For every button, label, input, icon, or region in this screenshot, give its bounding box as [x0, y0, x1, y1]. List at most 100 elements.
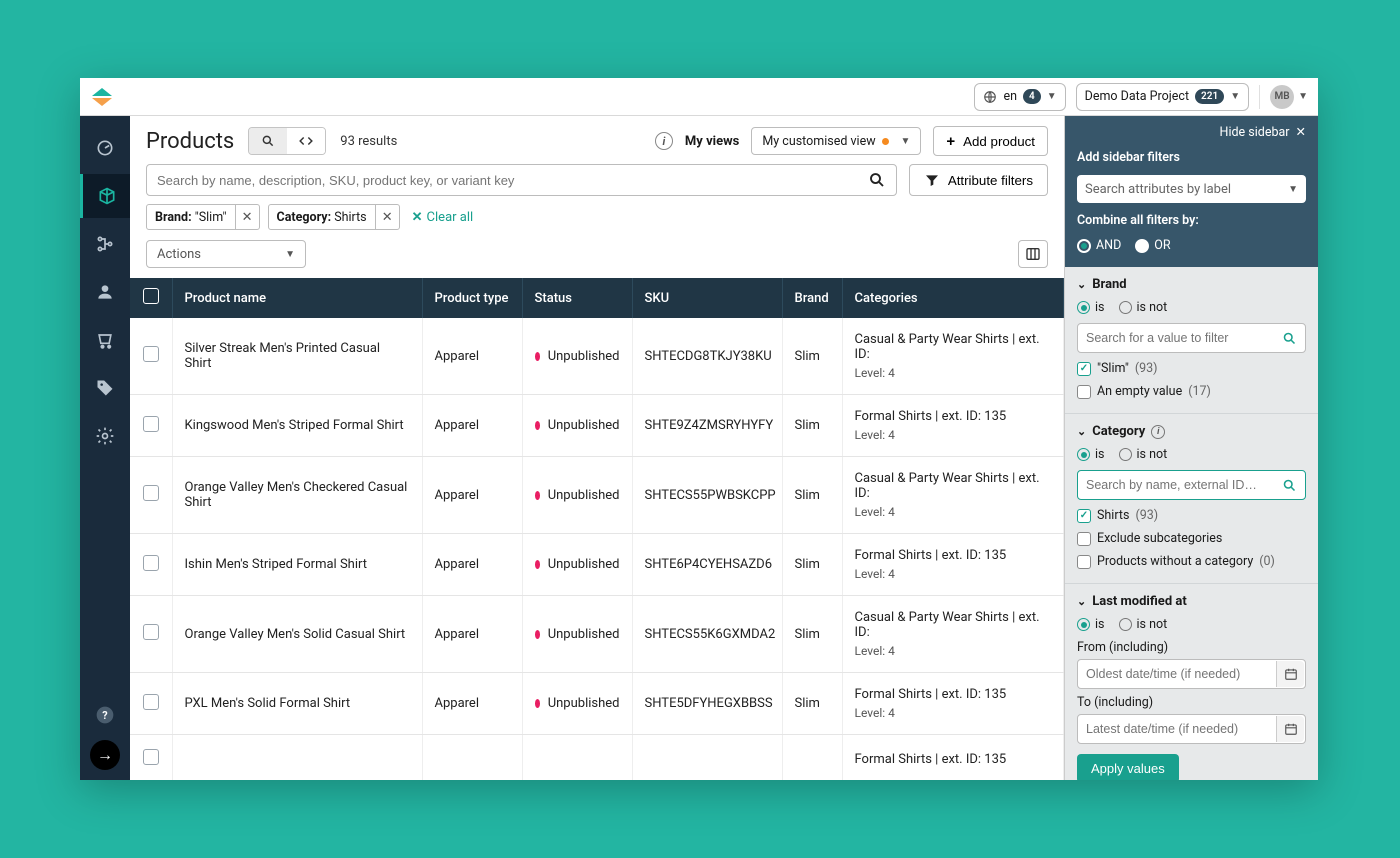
cell-type: Apparel: [422, 457, 522, 534]
col-categories[interactable]: Categories: [842, 278, 1064, 318]
to-date-wrapper: [1077, 714, 1306, 744]
hide-sidebar-label[interactable]: Hide sidebar: [1220, 125, 1290, 140]
topbar: en 4 ▼ Demo Data Project 221 ▼ MB ▼: [80, 78, 1318, 116]
category-is-radio[interactable]: is: [1077, 447, 1105, 462]
col-product-name[interactable]: Product name: [172, 278, 422, 318]
project-count-badge: 221: [1195, 89, 1224, 104]
col-status[interactable]: Status: [522, 278, 632, 318]
chip-remove-icon[interactable]: ✕: [375, 205, 399, 229]
category-search-input[interactable]: [1086, 478, 1282, 492]
chip-remove-icon[interactable]: ✕: [235, 205, 259, 229]
combine-and-radio[interactable]: AND: [1077, 238, 1121, 253]
page-title: Products: [146, 129, 234, 154]
radio-unchecked-icon: [1119, 618, 1132, 631]
radio-checked-icon: [1077, 448, 1090, 461]
nav-products[interactable]: [80, 174, 130, 218]
table-row[interactable]: Orange Valley Men's Solid Casual Shirt A…: [130, 596, 1064, 673]
clear-all-filters[interactable]: ✕ Clear all: [412, 210, 474, 225]
table-row[interactable]: Formal Shirts | ext. ID: 135: [130, 735, 1064, 781]
cell-sku: [632, 735, 782, 781]
row-checkbox[interactable]: [143, 749, 159, 765]
row-checkbox[interactable]: [143, 416, 159, 432]
cell-status: Unpublished: [522, 395, 632, 457]
brand-option-empty[interactable]: An empty value (17): [1077, 384, 1306, 399]
cell-name: Silver Streak Men's Printed Casual Shirt: [172, 318, 422, 395]
category-option-exclude-sub[interactable]: Exclude subcategories: [1077, 531, 1306, 546]
bulk-actions-select[interactable]: Actions ▼: [146, 240, 306, 268]
nav-categories[interactable]: [80, 222, 130, 266]
brand-option-slim[interactable]: "Slim" (93): [1077, 361, 1306, 376]
cell-name: [172, 735, 422, 781]
nav-discounts[interactable]: [80, 366, 130, 410]
nav-expand-icon[interactable]: →: [90, 740, 120, 770]
table-row[interactable]: Orange Valley Men's Checkered Casual Shi…: [130, 457, 1064, 534]
table-row[interactable]: Kingswood Men's Striped Formal Shirt App…: [130, 395, 1064, 457]
row-checkbox[interactable]: [143, 485, 159, 501]
row-checkbox[interactable]: [143, 694, 159, 710]
attribute-filters-button[interactable]: Attribute filters: [909, 164, 1048, 196]
checkbox-icon: [143, 288, 159, 304]
combine-filters-label: Combine all filters by:: [1077, 213, 1306, 228]
view-selector[interactable]: My customised view ▼: [751, 127, 921, 155]
search-icon[interactable]: [868, 171, 886, 189]
search-icon[interactable]: [1282, 478, 1297, 493]
app-logo-icon: [90, 85, 114, 109]
close-icon[interactable]: ✕: [1296, 124, 1306, 140]
filter-modified-header[interactable]: ⌄ Last modified at: [1077, 594, 1306, 609]
filter-category-header[interactable]: ⌄ Category i: [1077, 424, 1306, 439]
search-input[interactable]: [157, 173, 868, 188]
apply-values-button[interactable]: Apply values: [1077, 754, 1179, 780]
cell-sku: SHTE9Z4ZMSRYHYFY: [632, 395, 782, 457]
brand-search-input[interactable]: [1086, 331, 1282, 345]
nav-help[interactable]: ?: [80, 700, 130, 730]
chevron-down-icon: ▼: [900, 136, 910, 147]
user-menu[interactable]: MB ▼: [1270, 85, 1308, 109]
nav-orders[interactable]: [80, 318, 130, 362]
table-row[interactable]: PXL Men's Solid Formal Shirt Apparel Unp…: [130, 673, 1064, 735]
combine-or-radio[interactable]: OR: [1135, 238, 1170, 253]
col-product-type[interactable]: Product type: [422, 278, 522, 318]
calendar-icon[interactable]: [1276, 661, 1304, 687]
cell-sku: SHTECS55K6GXMDA2: [632, 596, 782, 673]
nav-customers[interactable]: [80, 270, 130, 314]
attribute-search-select[interactable]: Search attributes by label ▼: [1077, 175, 1306, 203]
filter-brand-header[interactable]: ⌄ Brand: [1077, 277, 1306, 292]
language-selector[interactable]: en 4 ▼: [974, 83, 1065, 111]
col-brand[interactable]: Brand: [782, 278, 842, 318]
project-selector[interactable]: Demo Data Project 221 ▼: [1076, 83, 1249, 111]
view-mode-search[interactable]: [249, 128, 287, 154]
search-icon[interactable]: [1282, 331, 1297, 346]
info-icon[interactable]: i: [655, 132, 673, 150]
table-row[interactable]: Silver Streak Men's Printed Casual Shirt…: [130, 318, 1064, 395]
select-all-header[interactable]: [130, 278, 172, 318]
to-date-input[interactable]: [1086, 722, 1297, 736]
col-sku[interactable]: SKU: [632, 278, 782, 318]
close-icon: ✕: [412, 210, 423, 225]
view-mode-code[interactable]: [287, 128, 325, 154]
column-manager-button[interactable]: [1018, 240, 1048, 268]
row-checkbox[interactable]: [143, 346, 159, 362]
row-checkbox[interactable]: [143, 555, 159, 571]
filter-sidebar: Hide sidebar ✕ Add sidebar filters Searc…: [1064, 116, 1318, 780]
category-isnot-radio[interactable]: is not: [1119, 447, 1168, 462]
modified-isnot-radio[interactable]: is not: [1119, 617, 1168, 632]
to-label: To (including): [1077, 695, 1306, 710]
calendar-icon[interactable]: [1276, 716, 1304, 742]
chevron-down-icon: ⌄: [1077, 278, 1086, 291]
add-filters-label: Add sidebar filters: [1077, 150, 1306, 165]
category-option-shirts[interactable]: Shirts (93): [1077, 508, 1306, 523]
avatar: MB: [1270, 85, 1294, 109]
nav-dashboard[interactable]: [80, 126, 130, 170]
main-content: Products 93 results i My views My cus: [130, 116, 1064, 780]
table-row[interactable]: Ishin Men's Striped Formal Shirt Apparel…: [130, 534, 1064, 596]
status-dot-icon: [535, 421, 540, 430]
row-checkbox[interactable]: [143, 624, 159, 640]
add-product-button[interactable]: + Add product: [933, 126, 1048, 156]
info-icon[interactable]: i: [1151, 425, 1165, 439]
from-date-input[interactable]: [1086, 667, 1297, 681]
nav-settings[interactable]: [80, 414, 130, 458]
modified-is-radio[interactable]: is: [1077, 617, 1105, 632]
brand-is-radio[interactable]: is: [1077, 300, 1105, 315]
brand-isnot-radio[interactable]: is not: [1119, 300, 1168, 315]
category-option-nocategory[interactable]: Products without a category (0): [1077, 554, 1306, 569]
